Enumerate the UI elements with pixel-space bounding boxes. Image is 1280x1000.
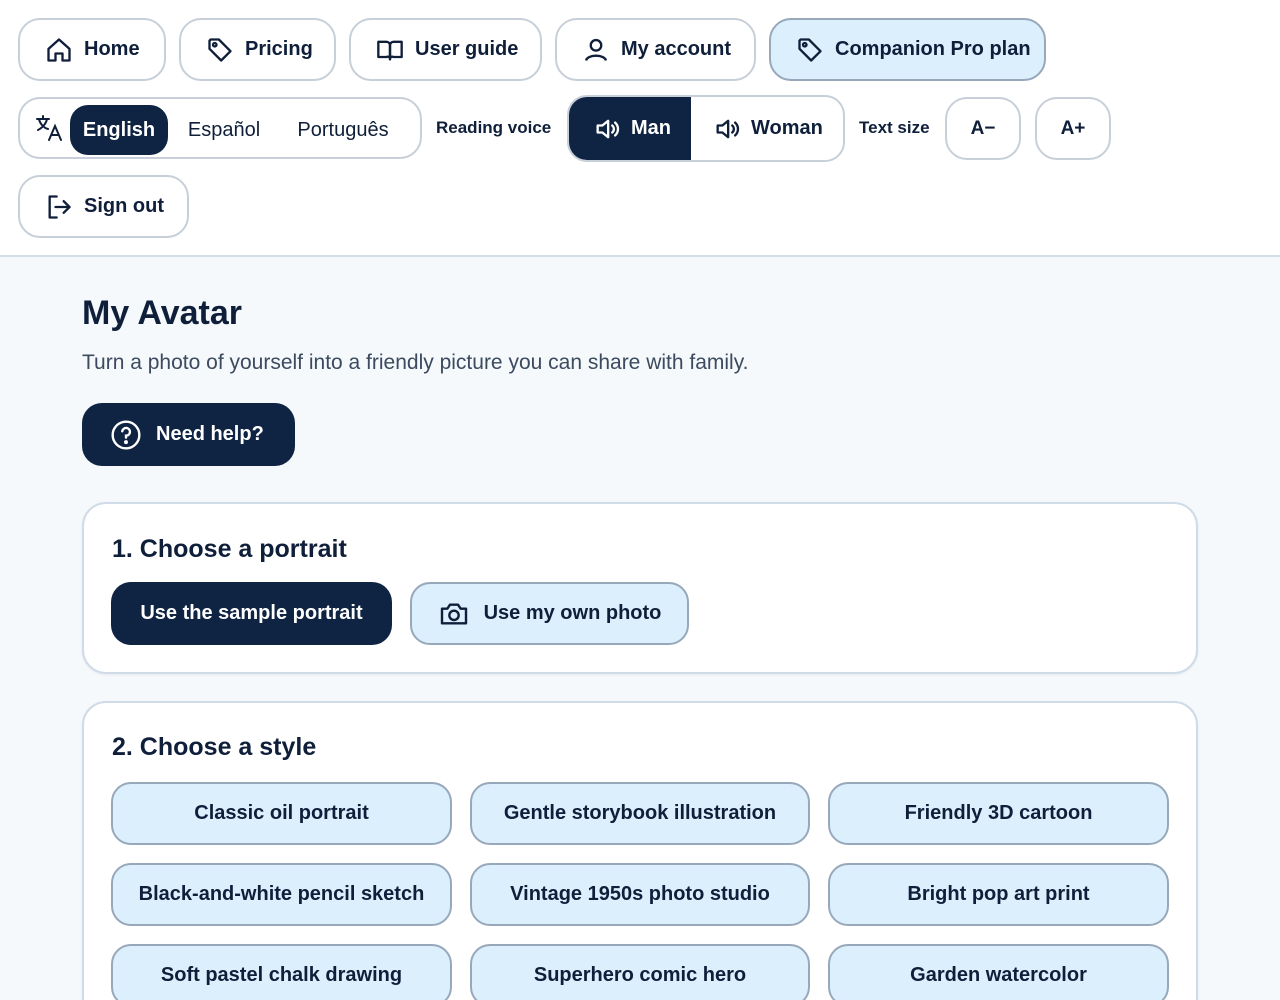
home-icon bbox=[44, 35, 74, 65]
text-size-decrease-button[interactable]: A− bbox=[945, 97, 1021, 160]
portrait-card-title: 1. Choose a portrait bbox=[112, 535, 347, 563]
voice-option-woman[interactable]: Woman bbox=[691, 97, 843, 160]
use-own-photo-button[interactable]: Use my own photo bbox=[410, 582, 689, 645]
need-help-label: Need help? bbox=[156, 423, 264, 445]
voice-option-man[interactable]: Man bbox=[569, 97, 691, 160]
voice-woman-label: Woman bbox=[751, 117, 823, 139]
home-button[interactable]: Home bbox=[18, 18, 166, 81]
camera-icon bbox=[438, 598, 470, 630]
pricing-button[interactable]: Pricing bbox=[179, 18, 336, 81]
style-option-classic-oil-portrait[interactable]: Classic oil portrait bbox=[111, 782, 452, 845]
need-help-button[interactable]: Need help? bbox=[82, 403, 295, 466]
speaker-icon bbox=[713, 115, 741, 143]
user-icon bbox=[581, 35, 611, 65]
top-toolbar: Home Pricing User guide My account Compa… bbox=[0, 0, 1280, 257]
voice-selector: Man Woman bbox=[567, 95, 845, 162]
style-card-title: 2. Choose a style bbox=[112, 733, 317, 761]
style-option-3d-cartoon[interactable]: Friendly 3D cartoon bbox=[828, 782, 1169, 845]
voice-man-label: Man bbox=[631, 117, 671, 139]
style-card: 2. Choose a style Classic oil portrait G… bbox=[82, 701, 1198, 1000]
pro-plan-button[interactable]: Companion Pro plan bbox=[769, 18, 1046, 81]
page-subtitle: Turn a photo of yourself into a friendly… bbox=[82, 351, 749, 374]
style-option-garden-watercolor[interactable]: Garden watercolor bbox=[828, 944, 1169, 1000]
sign-out-icon bbox=[44, 192, 74, 222]
style-option-superhero-comic[interactable]: Superhero comic hero bbox=[470, 944, 810, 1000]
portrait-card: 1. Choose a portrait Use the sample port… bbox=[82, 502, 1198, 674]
language-option-espanol[interactable]: Español bbox=[174, 105, 274, 155]
style-option-pastel-chalk[interactable]: Soft pastel chalk drawing bbox=[111, 944, 452, 1000]
sign-out-label: Sign out bbox=[84, 195, 164, 217]
text-size-increase-button[interactable]: A+ bbox=[1035, 97, 1111, 160]
reading-voice-label: Reading voice bbox=[436, 118, 552, 137]
style-option-pencil-sketch[interactable]: Black-and-white pencil sketch bbox=[111, 863, 452, 926]
user-guide-label: User guide bbox=[415, 38, 519, 60]
pricing-label: Pricing bbox=[245, 38, 313, 60]
page-title: My Avatar bbox=[82, 294, 242, 332]
style-option-pop-art-print[interactable]: Bright pop art print bbox=[828, 863, 1169, 926]
language-option-english[interactable]: English bbox=[70, 105, 168, 155]
style-option-1950s-photo-studio[interactable]: Vintage 1950s photo studio bbox=[470, 863, 810, 926]
sign-out-button[interactable]: Sign out bbox=[18, 175, 189, 238]
my-account-label: My account bbox=[621, 38, 732, 60]
tag-icon bbox=[205, 35, 235, 65]
pro-plan-label: Companion Pro plan bbox=[835, 38, 1031, 60]
speaker-icon bbox=[593, 115, 621, 143]
my-account-button[interactable]: My account bbox=[555, 18, 756, 81]
text-size-label: Text size bbox=[859, 118, 930, 137]
book-icon bbox=[375, 35, 405, 65]
language-selector: English Español Português bbox=[18, 97, 422, 159]
style-option-storybook-illustration[interactable]: Gentle storybook illustration bbox=[470, 782, 810, 845]
translate-icon bbox=[34, 113, 64, 143]
user-guide-button[interactable]: User guide bbox=[349, 18, 542, 81]
tag-icon bbox=[795, 35, 825, 65]
home-label: Home bbox=[84, 38, 140, 60]
use-own-photo-label: Use my own photo bbox=[483, 602, 662, 624]
help-icon bbox=[110, 419, 142, 451]
use-sample-portrait-button[interactable]: Use the sample portrait bbox=[111, 582, 392, 645]
language-option-portugues[interactable]: Português bbox=[282, 105, 404, 155]
